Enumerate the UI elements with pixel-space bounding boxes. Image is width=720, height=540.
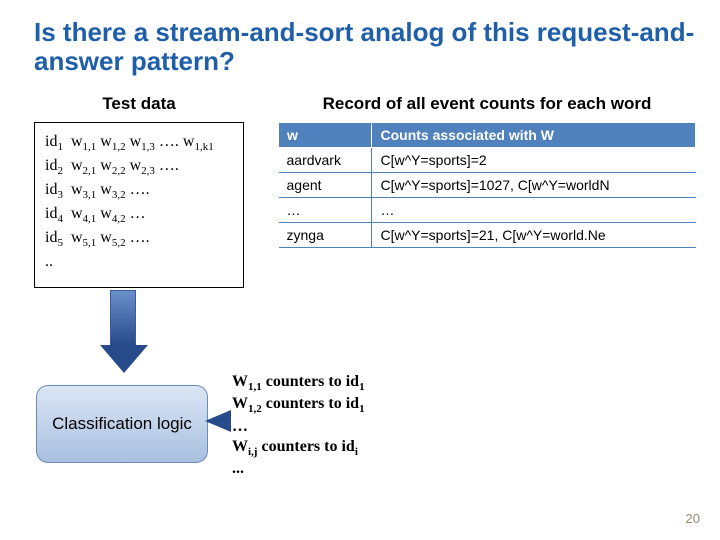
test-data-row: id3 w3,1 w3,2 ….: [45, 179, 233, 203]
classification-label: Classification logic: [52, 414, 192, 434]
table-row: ……: [279, 198, 696, 223]
counter-line: ...: [232, 459, 365, 479]
page-number: 20: [686, 511, 700, 526]
event-counts-table: w Counts associated with W aardvarkC[w^Y…: [278, 122, 696, 248]
right-column: Record of all event counts for each word…: [278, 94, 696, 248]
counts-cell: C[w^Y=sports]=1027, C[w^Y=worldN: [372, 173, 696, 198]
test-data-row: id4 w4,1 w4,2 …: [45, 203, 233, 227]
classification-logic-box: Classification logic: [36, 385, 208, 463]
table-row: zyngaC[w^Y=sports]=21, C[w^Y=world.Ne: [279, 223, 696, 248]
table-header-w: w: [279, 123, 372, 148]
test-data-row: ..: [45, 251, 233, 273]
test-data-box: id1 w1,1 w1,2 w1,3 …. w1,k1id2 w2,1 w2,2…: [34, 122, 244, 288]
down-arrow-icon: [100, 290, 148, 380]
right-heading: Record of all event counts for each word: [278, 94, 696, 114]
test-data-row: id2 w2,1 w2,2 w2,3 ….: [45, 155, 233, 179]
left-heading: Test data: [34, 94, 244, 114]
word-cell: aardvark: [279, 148, 372, 173]
counts-cell: C[w^Y=sports]=2: [372, 148, 696, 173]
counter-line: …: [232, 417, 365, 437]
test-data-row: id1 w1,1 w1,2 w1,3 …. w1,k1: [45, 131, 233, 155]
table-row: agentC[w^Y=sports]=1027, C[w^Y=worldN: [279, 173, 696, 198]
slide: Is there a stream-and-sort analog of thi…: [0, 0, 720, 540]
counters-block: W1,1 counters to id1W1,2 counters to id1…: [232, 372, 365, 480]
counter-line: W1,1 counters to id1: [232, 372, 365, 394]
content-columns: Test data id1 w1,1 w1,2 w1,3 …. w1,k1id2…: [34, 94, 696, 288]
counts-cell: C[w^Y=sports]=21, C[w^Y=world.Ne: [372, 223, 696, 248]
word-cell: …: [279, 198, 372, 223]
word-cell: zynga: [279, 223, 372, 248]
counter-line: W1,2 counters to id1: [232, 394, 365, 416]
left-column: Test data id1 w1,1 w1,2 w1,3 …. w1,k1id2…: [34, 94, 244, 288]
slide-title: Is there a stream-and-sort analog of thi…: [34, 18, 696, 76]
table-row: aardvarkC[w^Y=sports]=2: [279, 148, 696, 173]
word-cell: agent: [279, 173, 372, 198]
counts-cell: …: [372, 198, 696, 223]
counter-line: Wi,j counters to idi: [232, 437, 365, 459]
test-data-row: id5 w5,1 w5,2 ….: [45, 227, 233, 251]
table-header-counts: Counts associated with W: [372, 123, 696, 148]
left-arrow-icon: [205, 410, 231, 432]
